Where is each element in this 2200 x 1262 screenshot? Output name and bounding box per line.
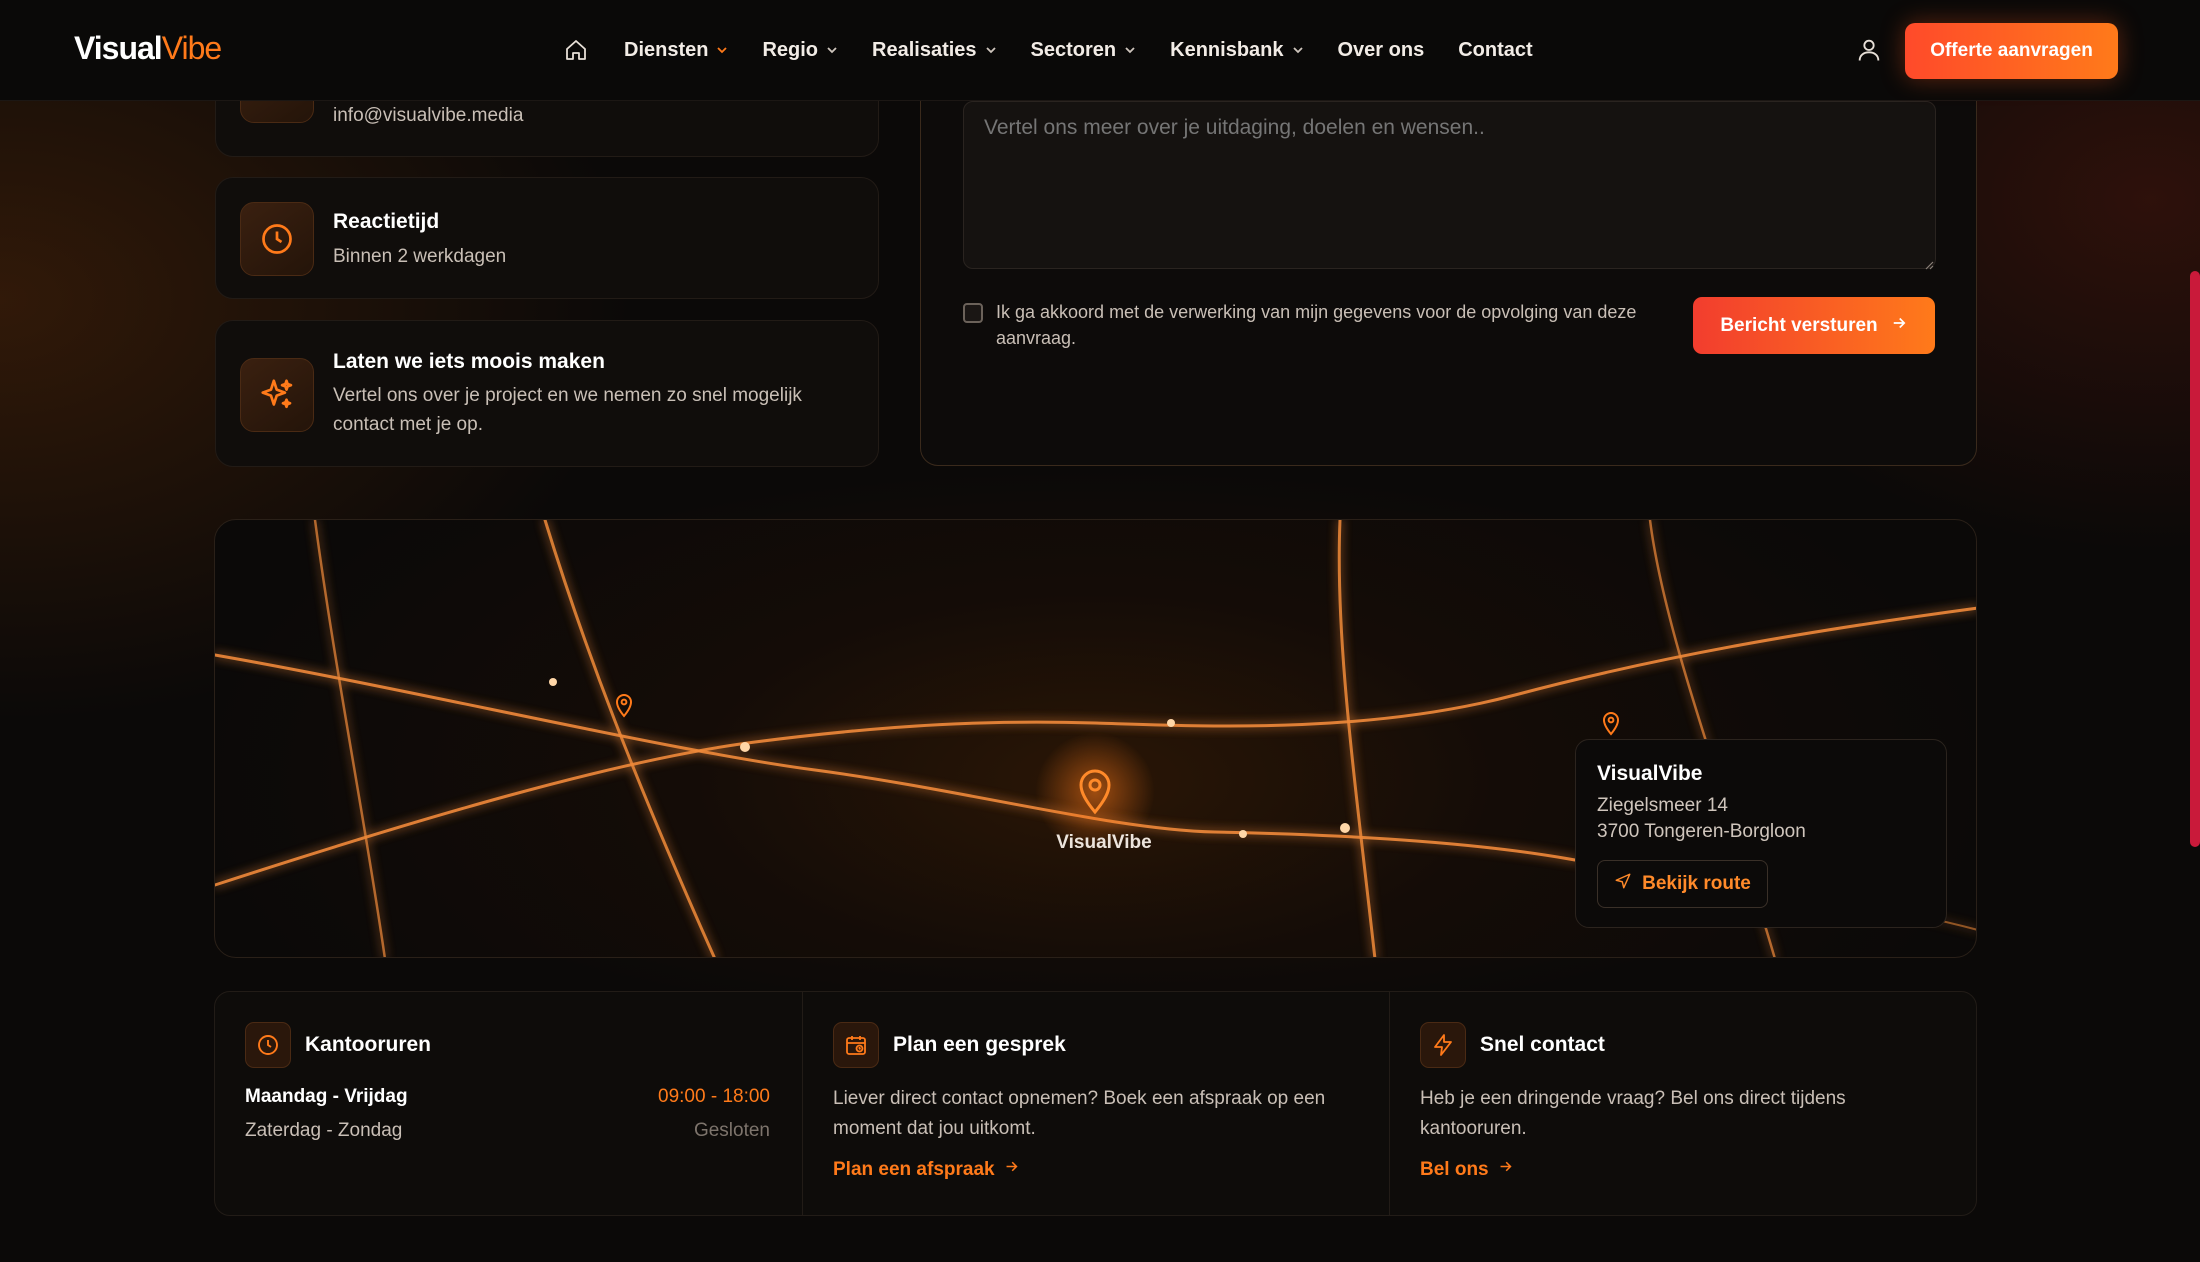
chevron-down-icon [716,44,728,56]
quick-contact-text: Heb je een dringende vraag? Bel ons dire… [1420,1088,1846,1139]
hours-time: 09:00 - 18:00 [658,1086,770,1107]
map-dot [549,678,557,686]
info-row: Kantooruren Maandag - Vrijdag 09:00 - 18… [214,991,1977,1216]
hours-days: Maandag - Vrijdag [245,1086,408,1107]
message-textarea[interactable] [963,101,1936,269]
plan-link-label: Plan een afspraak [833,1158,995,1180]
main-nav: Diensten Regio Realisaties Sectoren Kenn… [562,30,1567,70]
site-logo[interactable]: VisualVibe [74,30,222,67]
site-header: VisualVibe Diensten Regio Realisaties Se… [0,0,2200,101]
nav-item-regio[interactable]: Regio [762,39,838,62]
plan-meeting-panel: Plan een gesprek Liever direct contact o… [802,992,1389,1215]
call-us-link[interactable]: Bel ons [1420,1158,1514,1181]
request-quote-button[interactable]: Offerte aanvragen [1905,23,2118,79]
arrow-right-icon [1003,1158,1020,1181]
map-dot [1167,719,1175,727]
nav-label: Regio [762,38,819,61]
card-title: Reactietijd [333,210,440,233]
location-map[interactable]: VisualVibe VisualVibe Ziegelsmeer 14 370… [214,519,1977,958]
contact-form: Ik ga akkoord met de verwerking van mijn… [920,60,1977,466]
logo-visual: Visual [74,30,163,66]
chevron-down-icon [826,44,838,56]
chevron-down-icon [1124,44,1136,56]
home-icon[interactable] [562,36,590,64]
map-dot [740,742,750,752]
send-message-button[interactable]: Bericht versturen [1693,297,1935,354]
nav-item-sectoren[interactable]: Sectoren [1031,39,1137,62]
nav-item-over-ons[interactable]: Over ons [1338,39,1425,62]
calendar-icon [833,1022,879,1068]
location-name: VisualVibe [1597,762,1703,785]
resize-grip-icon[interactable] [1924,257,1934,270]
card-text: Binnen 2 werkdagen [333,246,507,267]
arrow-right-icon [1890,314,1908,338]
consent-checkbox[interactable] [963,303,983,323]
navigation-arrow-icon [1614,872,1632,896]
hours-days: Zaterdag - Zondag [245,1120,403,1141]
map-pin-icon [1602,712,1620,736]
map-info-card: VisualVibe Ziegelsmeer 14 3700 Tongeren-… [1575,739,1947,928]
office-hours-panel: Kantooruren Maandag - Vrijdag 09:00 - 18… [215,992,802,1215]
page-scrollbar[interactable] [2190,271,2200,847]
plan-appointment-link[interactable]: Plan een afspraak [833,1158,1020,1181]
route-label: Bekijk route [1642,873,1751,894]
nav-label: Kennisbank [1170,38,1284,61]
location-street: Ziegelsmeer 14 [1597,795,1728,816]
consent-label[interactable]: Ik ga akkoord met de verwerking van mijn… [996,299,1656,351]
contact-email[interactable]: info@visualvibe.media [333,101,853,130]
map-dot [1239,830,1247,838]
hours-row-weekend: Zaterdag - Zondag Gesloten [245,1120,770,1142]
user-icon[interactable] [1855,36,1883,64]
hours-time: Gesloten [693,1120,770,1141]
arrow-right-icon [1497,1158,1514,1181]
plan-text: Liever direct contact opnemen? Boek een … [833,1088,1326,1139]
lightning-icon [1420,1022,1466,1068]
nav-item-diensten[interactable]: Diensten [624,39,728,62]
chevron-down-icon [985,44,997,56]
contact-card-response-time: Reactietijd Binnen 2 werkdagen [215,177,879,299]
chevron-down-icon [1292,44,1304,56]
nav-label: Sectoren [1030,38,1117,61]
sparkles-icon [240,358,314,432]
map-pin-icon [615,694,633,718]
nav-item-kennisbank[interactable]: Kennisbank [1170,39,1303,62]
plan-title: Plan een gesprek [893,1033,1066,1056]
quick-contact-title: Snel contact [1480,1033,1605,1056]
contact-card-project: Laten we iets moois maken Vertel ons ove… [215,320,879,467]
call-link-label: Bel ons [1420,1158,1489,1180]
view-route-button[interactable]: Bekijk route [1597,860,1768,908]
map-marker-label: VisualVibe [1056,832,1152,853]
office-hours-title: Kantooruren [305,1033,431,1056]
quick-contact-panel: Snel contact Heb je een dringende vraag?… [1389,992,1976,1215]
nav-label: Over ons [1337,38,1425,61]
nav-label: Contact [1458,38,1533,61]
clock-icon [240,202,314,276]
card-text: Vertel ons over je project en we nemen z… [333,385,802,435]
card-title: Laten we iets moois maken [333,350,605,373]
clock-icon [245,1022,291,1068]
send-button-label: Bericht versturen [1720,314,1878,336]
hours-row-weekdays: Maandag - Vrijdag 09:00 - 18:00 [245,1086,770,1108]
nav-item-contact[interactable]: Contact [1458,39,1532,62]
nav-item-realisaties[interactable]: Realisaties [872,39,997,62]
location-city: 3700 Tongeren-Borgloon [1597,821,1806,842]
map-dot [1340,823,1350,833]
nav-label: Realisaties [872,38,977,61]
nav-label: Diensten [624,38,709,61]
logo-vibe: Vibe [161,30,222,66]
